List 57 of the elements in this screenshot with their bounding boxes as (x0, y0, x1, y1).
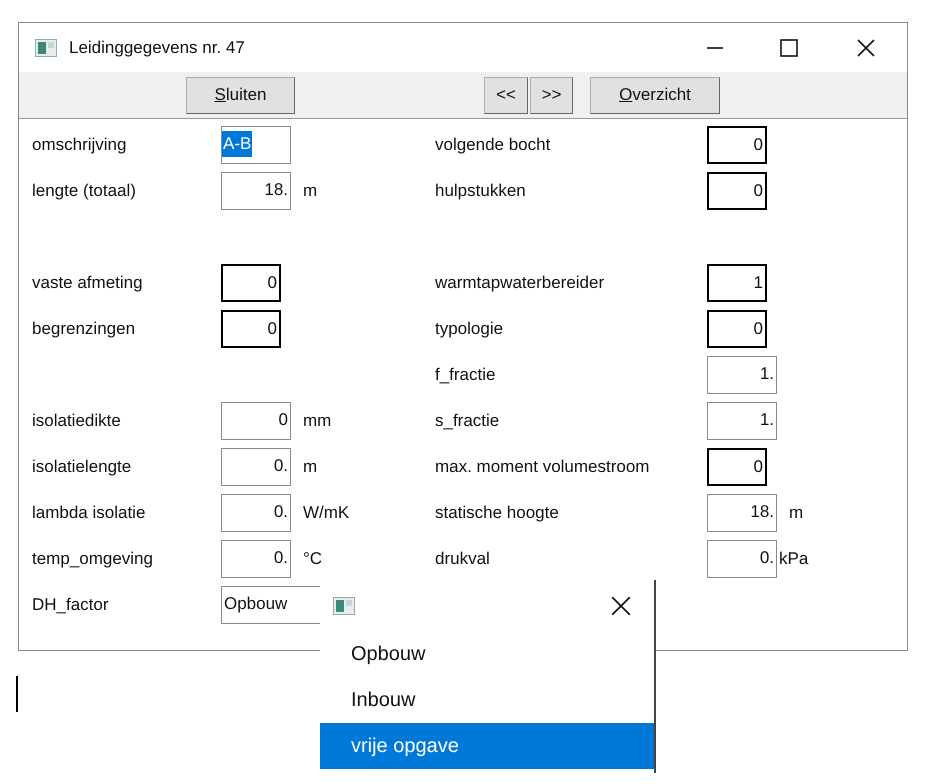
field-label: warmtapwaterbereider (435, 272, 606, 294)
input-field[interactable]: 0. (221, 494, 291, 532)
input-field[interactable]: 0. (221, 540, 291, 578)
field-label: vaste afmeting (32, 272, 144, 294)
field-label: drukval (435, 548, 491, 570)
field-label: temp_omgeving (32, 548, 154, 570)
input-field[interactable]: 1 (707, 264, 767, 302)
window-title: Leidinggegevens nr. 47 (69, 36, 245, 59)
field-label: isolatielengte (32, 456, 132, 478)
unit-label: W/mK (303, 502, 350, 524)
input-field[interactable]: 1. (707, 402, 777, 440)
input-field[interactable]: 1. (707, 356, 777, 394)
field-label: DH_factor (32, 594, 110, 616)
app-icon (35, 38, 57, 56)
field-label: hulpstukken (435, 180, 527, 202)
unit-label: m (303, 456, 318, 478)
field-label: statische hoogte (435, 502, 560, 524)
field-label: s_fractie (435, 410, 500, 432)
input-field[interactable]: 0 (707, 172, 767, 210)
field-label: lambda isolatie (32, 502, 146, 524)
input-field[interactable]: 0 (707, 310, 767, 348)
input-field[interactable]: 18. (707, 494, 777, 532)
app-icon (333, 596, 355, 614)
input-field[interactable]: 0 (221, 264, 281, 302)
field-label: isolatiedikte (32, 410, 122, 432)
toolbar-button[interactable]: << (484, 76, 528, 114)
toolbar-button[interactable]: >> (530, 76, 573, 114)
close-icon[interactable] (610, 594, 632, 616)
input-field[interactable]: 0. (221, 448, 291, 486)
field-label: typologie (435, 318, 504, 340)
close-icon[interactable] (856, 38, 876, 58)
field-label: f_fractie (435, 364, 496, 386)
input-field[interactable]: 0. (707, 540, 777, 578)
field-label: omschrijving (32, 134, 128, 156)
field-label: lengte (totaal) (32, 180, 137, 202)
unit-label: kPa (779, 548, 808, 570)
text-cursor (16, 676, 18, 712)
maximize-icon[interactable] (780, 38, 798, 56)
input-field[interactable]: 0 (707, 126, 767, 164)
dropdown-option[interactable]: Inbouw (320, 677, 654, 723)
unit-label: m (789, 502, 804, 524)
unit-label: m (303, 180, 318, 202)
input-field[interactable]: 0 (221, 310, 281, 348)
input-field[interactable]: A-B (221, 126, 291, 164)
unit-label: mm (303, 410, 332, 432)
unit-label: °C (303, 548, 322, 570)
input-field[interactable]: 18. (221, 172, 291, 210)
field-label: volgende bocht (435, 134, 552, 156)
dropdown-option[interactable]: Opbouw (320, 631, 654, 677)
dropdown-option[interactable]: vrije opgave (320, 723, 654, 769)
field-label: begrenzingen (32, 318, 136, 340)
input-field[interactable]: 0 (707, 448, 767, 486)
field-label: max. moment volumestroom (435, 456, 650, 478)
toolbar-button[interactable]: Sluiten (186, 76, 295, 114)
toolbar-button[interactable]: Overzicht (590, 76, 720, 114)
input-field[interactable]: 0 (221, 402, 291, 440)
dropdown-field[interactable]: Opbouw (221, 586, 321, 624)
